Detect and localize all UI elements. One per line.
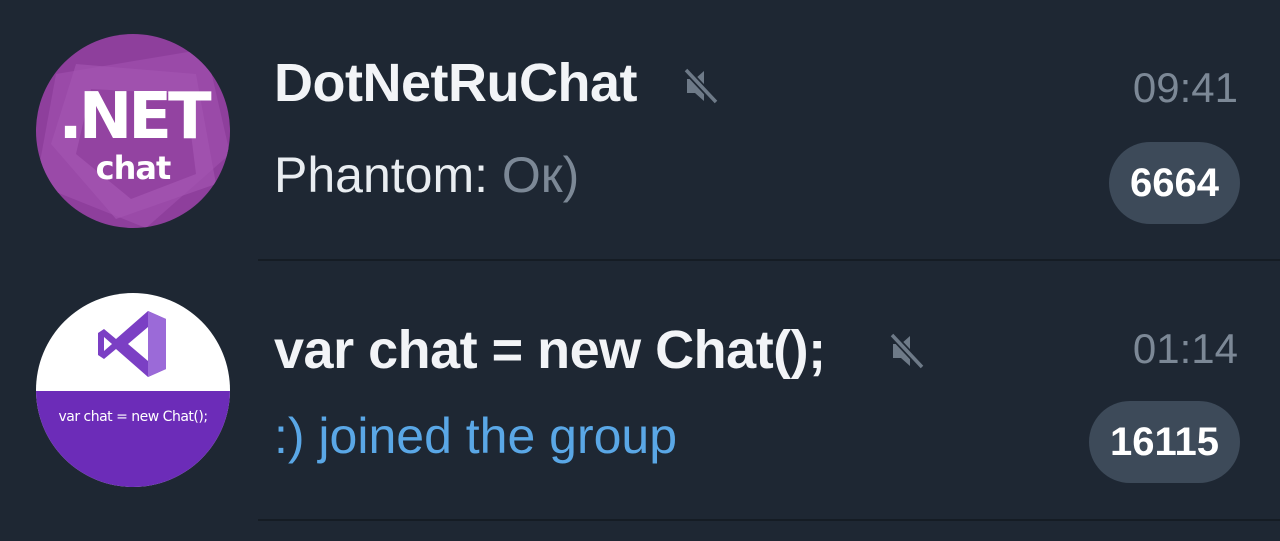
chat-row-var-chat[interactable]: var chat = new Chat(); var chat = new Ch… — [0, 261, 1280, 521]
mute-speaker-icon — [683, 66, 720, 111]
avatar-band — [36, 391, 230, 487]
visual-studio-logo-icon — [98, 311, 166, 377]
message-sender: Phantom: — [274, 147, 502, 203]
avatar-net-text: .NET — [58, 80, 211, 154]
chat-row-dotnetruchat[interactable]: .NET chat DotNetRuChat 09:41 Phantom: Ок… — [0, 0, 1280, 260]
mute-speaker-icon — [889, 331, 926, 376]
unread-count-badge: 16115 — [1088, 401, 1240, 483]
avatar-caption: var chat = new Chat(); — [58, 409, 208, 425]
chat-avatar: var chat = new Chat(); — [36, 293, 230, 487]
unread-count-badge: 6664 — [1109, 142, 1240, 224]
divider — [258, 519, 1280, 521]
chat-time: 09:41 — [1132, 64, 1238, 111]
avatar-chat-text: chat — [95, 149, 172, 187]
message-text: Ок) — [501, 147, 580, 203]
chat-time: 01:14 — [1132, 325, 1238, 372]
service-message-text: :) joined the group — [274, 408, 678, 464]
chat-last-message: :) joined the group — [274, 407, 677, 465]
chat-title: DotNetRuChat — [274, 53, 637, 113]
chat-avatar: .NET chat — [36, 34, 230, 228]
chat-last-message: Phantom: Ок) — [274, 146, 579, 204]
chat-title: var chat = new Chat(); — [274, 320, 826, 380]
chat-list: .NET chat DotNetRuChat 09:41 Phantom: Ок… — [0, 0, 1280, 541]
